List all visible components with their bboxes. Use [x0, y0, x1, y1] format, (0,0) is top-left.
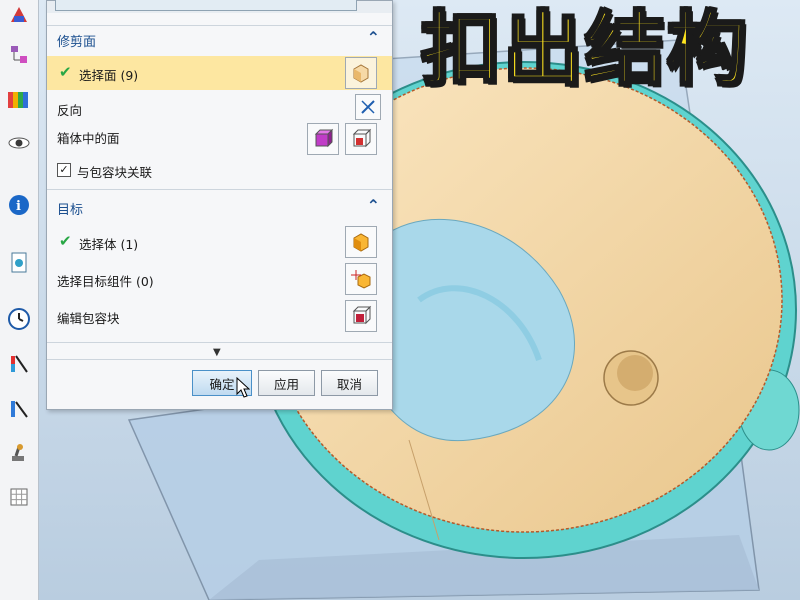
document-icon[interactable] — [6, 250, 32, 276]
clock-icon[interactable] — [6, 306, 32, 332]
section-divider — [47, 189, 392, 190]
dialog-top-strip — [47, 0, 392, 13]
target-section-header[interactable]: 目标 ⌃ — [47, 194, 392, 220]
checkmark-icon: ✔ — [59, 232, 72, 250]
associate-box-checkbox[interactable]: ✓ — [57, 163, 71, 177]
feature-icon[interactable] — [6, 2, 32, 28]
select-body-label: 选择体 (1) — [79, 237, 139, 252]
select-body-row[interactable]: ✔ 选择体 (1) — [47, 225, 392, 259]
select-face-row[interactable]: ✔ 选择面 (9) — [47, 56, 392, 90]
mouse-cursor-icon — [236, 376, 251, 402]
faces-in-body-label: 箱体中的面 — [57, 131, 120, 146]
top-input-field[interactable] — [55, 0, 357, 11]
footer-divider — [47, 342, 392, 343]
checkmark-icon: ✔ — [59, 63, 72, 81]
video-caption-title: 扣出结构 — [420, 2, 749, 98]
chevron-up-icon[interactable]: ⌃ — [367, 196, 380, 215]
solid-box-magenta-icon[interactable] — [307, 123, 339, 155]
reuse-library-icon[interactable] — [6, 86, 32, 112]
select-face-label: 选择面 (9) — [79, 68, 139, 83]
assembly-navigator-icon[interactable] — [6, 42, 32, 68]
expand-more-icon[interactable]: ▼ — [213, 347, 221, 358]
select-target-component-row[interactable]: 选择目标组件 (0) — [47, 262, 392, 296]
select-component-icon[interactable] — [345, 263, 377, 295]
select-body-cube-icon[interactable] — [345, 226, 377, 258]
associate-box-label: 与包容块关联 — [77, 165, 153, 180]
robot-arm-icon[interactable] — [6, 440, 32, 466]
svg-text:i: i — [16, 199, 21, 214]
grid-icon[interactable] — [6, 484, 32, 510]
reverse-label: 反向 — [57, 103, 83, 118]
chevron-up-icon[interactable]: ⌃ — [367, 28, 380, 47]
reverse-direction-icon[interactable] — [355, 94, 381, 120]
wire-box-red-icon[interactable] — [345, 123, 377, 155]
edit-bounding-box-row[interactable]: 编辑包容块 — [47, 299, 392, 333]
view-eye-icon[interactable] — [6, 130, 32, 156]
target-section-title: 目标 — [57, 203, 84, 218]
faces-in-body-row: 箱体中的面 — [47, 119, 392, 155]
cancel-button[interactable]: 取消 — [321, 370, 378, 396]
info-icon[interactable]: i — [6, 192, 32, 218]
trim-face-section-header[interactable]: 修剪面 ⌃ — [47, 25, 392, 52]
edit-bounding-box-label: 编辑包容块 — [57, 311, 120, 326]
button-divider — [47, 359, 392, 360]
associate-box-row[interactable]: ✓ 与包容块关联 — [47, 153, 392, 187]
trim-dialog: 修剪面 ⌃ ✔ 选择面 (9) 反向 箱体中的面 ✓ 与包容块关联 目标 ⌃ ✔… — [46, 0, 393, 410]
left-toolbar: i — [0, 0, 39, 600]
measure-icon[interactable] — [6, 396, 32, 422]
apply-button[interactable]: 应用 — [258, 370, 315, 396]
face-selector-icon[interactable] — [345, 57, 377, 89]
select-target-component-label: 选择目标组件 (0) — [57, 274, 154, 289]
analysis-icon[interactable] — [6, 350, 32, 376]
edit-bounding-box-icon[interactable] — [345, 300, 377, 332]
trim-face-section-title: 修剪面 — [57, 35, 97, 50]
